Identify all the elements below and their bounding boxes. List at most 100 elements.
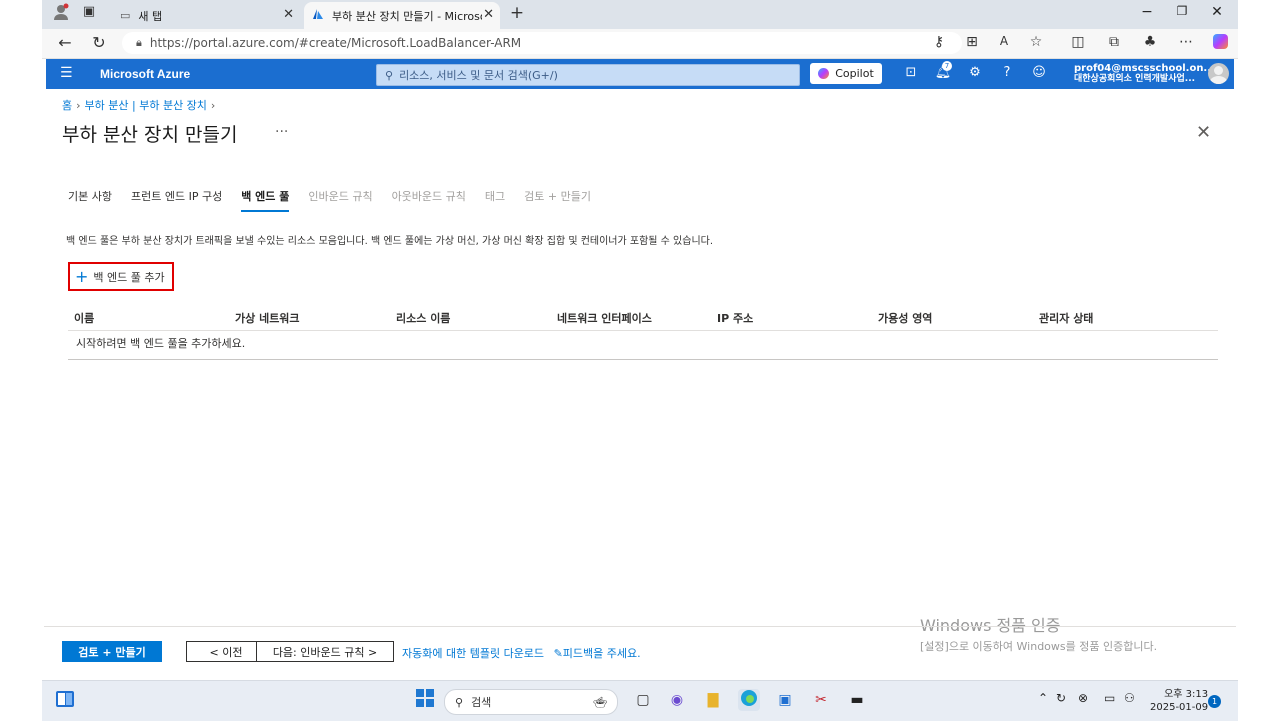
grid-header: 이름 가상 네트워크 리소스 이름 네트워크 인터페이스 IP 주소 가용성 영… <box>68 306 1218 331</box>
status-x-icon[interactable]: ⊗ <box>1078 691 1088 705</box>
tab-actions-icon[interactable]: ▣ <box>78 4 100 19</box>
display-icon[interactable]: ▭ <box>1104 691 1115 705</box>
edge-browser-icon[interactable] <box>738 689 760 711</box>
tray-chevron-up-icon[interactable]: ⌃ <box>1038 691 1048 705</box>
breadcrumb-home[interactable]: 홈 <box>62 99 72 112</box>
back-icon[interactable]: ← <box>54 33 76 52</box>
column-header-ip-address[interactable]: IP 주소 <box>717 310 753 326</box>
chevron-right-icon: › <box>76 99 81 112</box>
profile-icon[interactable] <box>50 3 72 25</box>
column-header-availability-zone[interactable]: 가용성 영역 <box>878 310 932 326</box>
onedrive-sync-icon[interactable]: ↻ <box>1056 691 1066 705</box>
column-header-network-interface[interactable]: 네트워크 인터페이스 <box>557 310 652 326</box>
apps-icon[interactable]: ⊞ <box>962 34 982 50</box>
tab-backend-pools[interactable]: 백 엔드 풀 <box>241 188 290 212</box>
refresh-icon[interactable]: ↻ <box>88 33 110 52</box>
address-bar[interactable]: 🔒︎ https://portal.azure.com/#create/Micr… <box>122 32 962 54</box>
screen: ▣ ▭ 새 탭 ✕ 부하 분산 장치 만들기 - Microsoft ✕ + −… <box>42 0 1238 721</box>
read-aloud-icon[interactable]: A <box>994 34 1014 48</box>
tab-tags[interactable]: 태그 <box>485 188 505 212</box>
avatar[interactable] <box>1208 63 1229 84</box>
previous-button[interactable]: < 이전 <box>186 641 266 662</box>
global-search-input[interactable]: ⚲ 리소스, 서비스 및 문서 검색(G+/) <box>376 64 800 86</box>
tab-review-create[interactable]: 검토 + 만들기 <box>524 188 591 212</box>
hamburger-menu-icon[interactable]: ☰ <box>60 65 73 81</box>
close-tab-icon[interactable]: ✕ <box>283 7 294 22</box>
tab-basics[interactable]: 기본 사항 <box>68 188 112 212</box>
browser-tab-new[interactable]: ▭ 새 탭 ✕ <box>112 2 300 29</box>
taskbar-clock[interactable]: 오후 3:13 2025-01-09 <box>1150 688 1208 714</box>
breadcrumb: 홈 › 부하 분산 | 부하 분산 장치 › <box>62 97 219 113</box>
backend-pool-grid: 이름 가상 네트워크 리소스 이름 네트워크 인터페이스 IP 주소 가용성 영… <box>68 306 1218 360</box>
notification-center-badge[interactable]: 1 <box>1208 695 1221 708</box>
azure-logo-icon <box>312 8 324 23</box>
column-header-name[interactable]: 이름 <box>74 310 94 326</box>
add-backend-pool-button[interactable]: + 백 엔드 풀 추가 <box>68 262 174 291</box>
search-icon: ⚲ <box>455 695 464 709</box>
collections-icon[interactable]: ⧉ <box>1104 34 1124 50</box>
network-icon[interactable]: ⚇ <box>1124 691 1135 705</box>
help-icon[interactable]: ? <box>998 65 1016 80</box>
clock-date: 2025-01-09 <box>1150 702 1209 713</box>
feedback-icon: ✎ <box>553 647 563 660</box>
clock-time: 오후 3:13 <box>1164 689 1209 700</box>
review-create-button[interactable]: 검토 + 만들기 <box>62 641 162 662</box>
plus-icon: + <box>75 267 89 286</box>
feedback-link[interactable]: 피드백을 주세요. <box>563 647 641 660</box>
minimize-icon[interactable]: − <box>1132 4 1162 20</box>
search-highlight-icon: 🍲︎ <box>593 695 607 709</box>
notification-badge: 7 <box>942 61 952 71</box>
snipping-tool-icon[interactable]: ✂ <box>810 689 832 711</box>
taskbar-search-placeholder: 검색 <box>471 696 492 709</box>
extensions-icon[interactable]: ♣ <box>1140 34 1160 50</box>
breadcrumb-load-balancing[interactable]: 부하 분산 | 부하 분산 장치 <box>85 99 207 112</box>
settings-gear-icon[interactable]: ⚙ <box>966 65 984 80</box>
split-screen-icon[interactable]: ◫ <box>1068 34 1088 50</box>
start-windows-icon[interactable] <box>414 689 436 711</box>
browser-tab-strip: ▣ ▭ 새 탭 ✕ 부하 분산 장치 만들기 - Microsoft ✕ + −… <box>42 0 1238 29</box>
favorite-star-icon[interactable]: ☆ <box>1026 34 1046 50</box>
account-info[interactable]: prof04@mscsschool.on... 대한상공회의소 인력개발사업..… <box>1074 63 1215 85</box>
browser-tab-label: 새 탭 <box>138 9 163 23</box>
feedback-icon[interactable]: ☺ <box>1030 65 1048 80</box>
key-icon[interactable]: ⚷ <box>929 34 949 50</box>
terminal-icon[interactable]: ▬ <box>846 689 868 711</box>
column-header-admin-state[interactable]: 관리자 상태 <box>1039 310 1093 326</box>
column-header-resource-name[interactable]: 리소스 이름 <box>396 310 450 326</box>
close-tab-icon[interactable]: ✕ <box>483 7 494 22</box>
wizard-tabs: 기본 사항 프런트 엔드 IP 구성 백 엔드 풀 인바운드 규칙 아웃바운드 … <box>68 188 610 212</box>
task-view-icon[interactable]: ▢ <box>632 689 654 711</box>
restore-icon[interactable]: ❐ <box>1167 4 1197 18</box>
browser-tab-azure[interactable]: 부하 분산 장치 만들기 - Microsoft ✕ <box>304 2 500 29</box>
lock-icon: 🔒︎ <box>136 36 142 49</box>
column-header-virtual-network[interactable]: 가상 네트워크 <box>235 310 300 326</box>
more-icon[interactable]: ⋯ <box>1176 34 1196 50</box>
chevron-right-icon: › <box>210 99 216 112</box>
tab-outbound-rules[interactable]: 아웃바운드 규칙 <box>392 188 466 212</box>
search-icon: ⚲ <box>385 68 394 82</box>
store-icon[interactable]: ▣ <box>774 689 796 711</box>
close-blade-icon[interactable]: ✕ <box>1196 122 1211 143</box>
widgets-icon[interactable] <box>54 689 76 711</box>
download-template-link[interactable]: 자동화에 대한 템플릿 다운로드 <box>402 647 544 660</box>
azure-brand[interactable]: Microsoft Azure <box>100 67 190 81</box>
browser-toolbar: ← ↻ 🔒︎ https://portal.azure.com/#create/… <box>42 29 1238 59</box>
new-tab-button[interactable]: + <box>506 3 528 23</box>
next-button[interactable]: 다음: 인바운드 규칙 > <box>256 641 394 662</box>
taskbar-search-input[interactable]: ⚲ 검색 🍲︎ <box>444 689 618 715</box>
copilot-sidebar-icon[interactable] <box>1210 34 1230 53</box>
copilot-label: Copilot <box>835 67 874 80</box>
cloud-shell-icon[interactable]: ⊡ <box>902 65 920 80</box>
file-explorer-icon[interactable]: ▇ <box>702 689 724 711</box>
add-backend-pool-label: 백 엔드 풀 추가 <box>93 270 165 284</box>
close-window-icon[interactable]: ✕ <box>1202 4 1232 20</box>
tab-inbound-rules[interactable]: 인바운드 규칙 <box>308 188 372 212</box>
account-org: 대한상공회의소 인력개발사업... <box>1074 74 1196 84</box>
url-text: https://portal.azure.com/#create/Microso… <box>149 36 522 50</box>
copilot-button[interactable]: Copilot <box>810 63 882 84</box>
chat-icon[interactable]: ◉ <box>666 689 688 711</box>
copilot-icon <box>818 68 830 79</box>
more-options-icon[interactable]: ··· <box>275 124 288 140</box>
tab-frontend-ip[interactable]: 프런트 엔드 IP 구성 <box>131 188 222 212</box>
windows-taskbar: ⚲ 검색 🍲︎ ▢ ◉ ▇ ▣ ✂ ▬ ⌃ ↻ ⊗ ▭ ⚇ 오후 3:13 20… <box>42 680 1238 721</box>
